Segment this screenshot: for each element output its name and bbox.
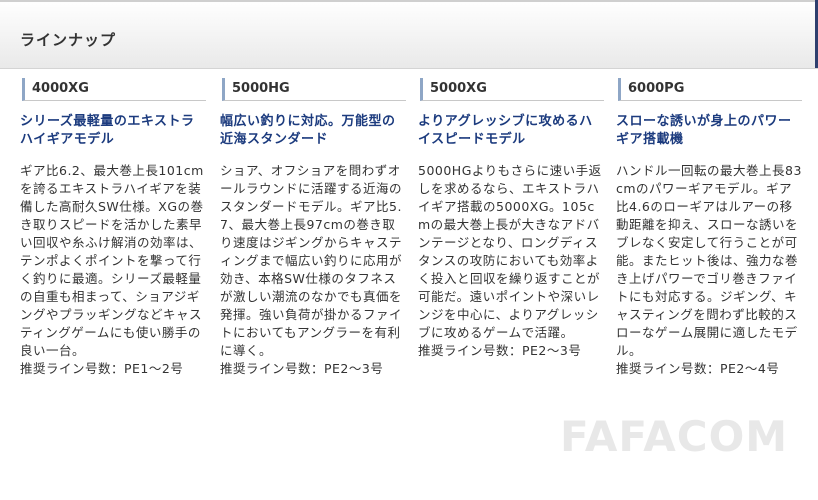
recommended-line: 推奨ライン号数：PE2〜4号 <box>616 361 780 376</box>
lineup-column-6000pg: 6000PG スローな誘いが身上のパワーギア搭載機 ハンドル一回転の最大巻上長8… <box>616 78 802 378</box>
section-header: ラインナップ <box>0 0 818 69</box>
model-description: ギア比6.2、最大巻上長101cmを誇るエキストラハイギアを装備した高耐久SW仕… <box>20 163 204 358</box>
model-heading: シリーズ最軽量のエキストラハイギアモデル <box>20 114 195 147</box>
recommended-line: 推奨ライン号数：PE2〜3号 <box>418 343 582 358</box>
lineup-column-5000xg: 5000XG よりアグレッシブに攻めるハイスピードモデル 5000HGよりもさら… <box>418 78 604 360</box>
model-name: 4000XG <box>22 78 206 101</box>
model-description: 5000HGよりもさらに速い手返しを求めるなら、エキストラハイギア搭載の5000… <box>418 163 602 340</box>
watermark: FAFACOM <box>560 412 789 461</box>
model-description: ショア、オフショアを問わずオールラウンドに活躍する近海のスタンダードモデル。ギア… <box>220 163 403 358</box>
header-top-border <box>0 0 818 2</box>
model-name: 6000PG <box>618 78 802 101</box>
model-description: ハンドル一回転の最大巻上長83cmのパワーギアモデル。ギア比4.6のローギアはル… <box>616 163 802 358</box>
model-heading: 幅広い釣りに対応。万能型の近海スタンダード <box>220 114 396 147</box>
model-name: 5000HG <box>222 78 406 101</box>
model-heading: よりアグレッシブに攻めるハイスピードモデル <box>418 114 593 147</box>
model-heading: スローな誘いが身上のパワーギア搭載機 <box>616 114 792 147</box>
recommended-line: 推奨ライン号数：PE1〜2号 <box>20 361 184 376</box>
lineup-column-4000xg: 4000XG シリーズ最軽量のエキストラハイギアモデル ギア比6.2、最大巻上長… <box>20 78 206 378</box>
section-title: ラインナップ <box>20 31 117 49</box>
recommended-line: 推奨ライン号数：PE2〜3号 <box>220 361 384 376</box>
model-name: 5000XG <box>420 78 604 101</box>
lineup-column-5000hg: 5000HG 幅広い釣りに対応。万能型の近海スタンダード ショア、オフショアを問… <box>220 78 406 378</box>
